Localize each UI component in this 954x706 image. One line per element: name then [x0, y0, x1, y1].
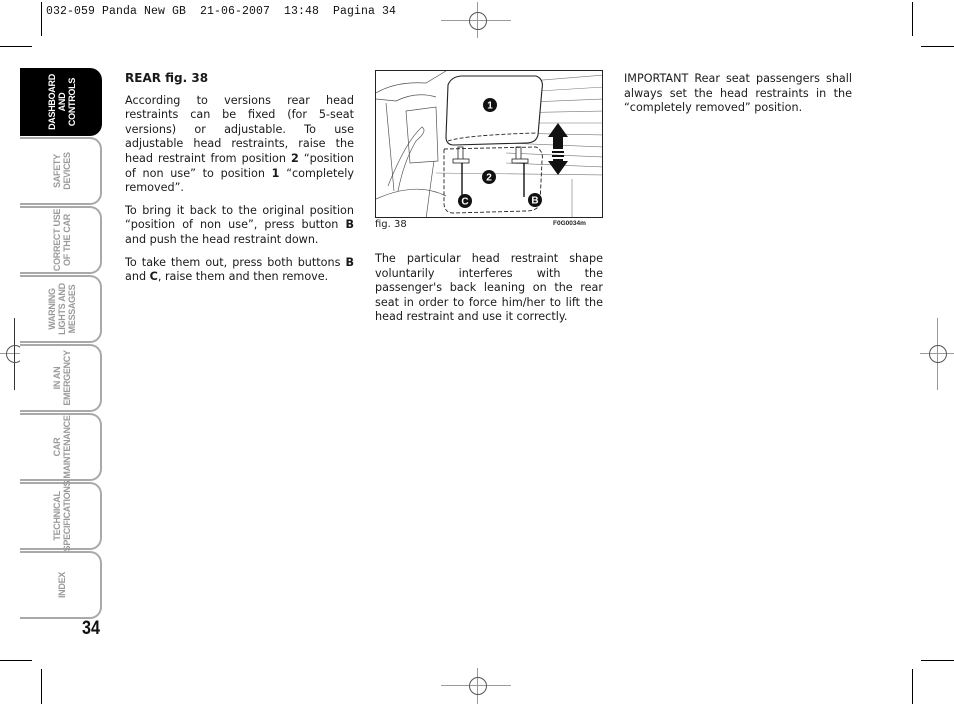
tab-warning-lights[interactable]: WARNING LIGHTS AND MESSAGES	[20, 275, 102, 343]
print-slug: 032-059 Panda New GB 21-06-2007 13:48 Pa…	[46, 5, 397, 18]
svg-text:2: 2	[486, 173, 492, 184]
svg-text:B: B	[531, 196, 538, 207]
crop-mark	[912, 669, 913, 704]
crop-mark	[921, 46, 954, 47]
tab-index[interactable]: INDEX	[20, 551, 102, 619]
tab-label: IN AN EMERGENCY	[52, 350, 72, 406]
paragraph: According to versions rear head restrain…	[125, 93, 354, 195]
tab-label: DASHBOARD AND CONTROLS	[47, 74, 77, 130]
tab-technical-specifications[interactable]: TECHNICAL SPECIFICATIONS	[20, 480, 102, 552]
paragraph: The particular head restraint shape volu…	[375, 252, 603, 324]
tab-car-maintenance[interactable]: CAR MAINTENANCE	[20, 413, 102, 481]
tab-in-an-emergency[interactable]: IN AN EMERGENCY	[20, 344, 102, 412]
registration-mark-top	[441, 2, 513, 38]
button-b-marker: B	[528, 193, 542, 207]
important-paragraph: IMPORTANT Rear seat passengers shall alw…	[624, 72, 852, 115]
crop-mark	[0, 46, 32, 47]
tab-label: CAR MAINTENANCE	[52, 415, 72, 479]
paragraph: To take them out, press both buttons B a…	[125, 255, 354, 284]
registration-mark-right	[920, 318, 954, 390]
registration-mark-bottom	[441, 668, 513, 704]
button-c-marker: C	[458, 194, 472, 208]
tab-correct-use[interactable]: CORRECT USE OF THE CAR	[20, 206, 102, 274]
figure-code: F0G0034m	[553, 220, 586, 227]
tab-label: SAFETY DEVICES	[52, 152, 72, 190]
tab-label: INDEX	[57, 572, 67, 599]
figure-38-illustration: 1 2 C B	[375, 70, 603, 218]
svg-text:C: C	[461, 197, 468, 208]
crop-mark	[912, 2, 913, 36]
crop-mark	[0, 660, 32, 661]
position-1-marker: 1	[483, 98, 497, 112]
column-shape-note: The particular head restraint shape volu…	[375, 252, 603, 333]
crop-mark	[921, 660, 954, 661]
tab-label: CORRECT USE OF THE CAR	[52, 208, 72, 272]
svg-text:1: 1	[487, 101, 493, 112]
crop-mark	[41, 2, 42, 36]
page-number: 34	[82, 618, 100, 639]
tab-label: TECHNICAL SPECIFICATIONS	[52, 480, 72, 552]
column-important-note: IMPORTANT Rear seat passengers shall alw…	[624, 72, 852, 124]
column-rear-restraints: REAR fig. 38 According to versions rear …	[125, 71, 354, 293]
tab-label: WARNING LIGHTS AND MESSAGES	[47, 283, 77, 335]
figure-caption: fig. 38	[375, 219, 407, 230]
crop-mark	[41, 669, 42, 704]
tab-dashboard-and-controls[interactable]: DASHBOARD AND CONTROLS	[20, 68, 102, 136]
paragraph: To bring it back to the original positio…	[125, 203, 354, 246]
tab-safety-devices[interactable]: SAFETY DEVICES	[20, 137, 102, 205]
position-2-marker: 2	[482, 170, 496, 184]
section-heading: REAR fig. 38	[125, 71, 209, 85]
head-restraint-drawing: 1 2 C B	[376, 71, 602, 217]
